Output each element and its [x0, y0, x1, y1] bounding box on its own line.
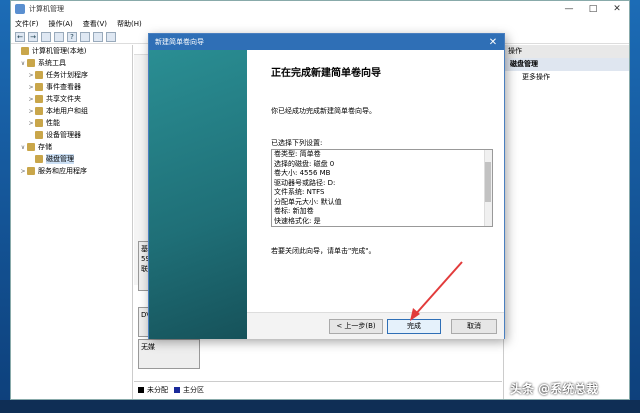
forward-icon[interactable]: → [28, 31, 38, 42]
setting-quick-format: 快速格式化: 是 [274, 216, 321, 225]
tree-expander[interactable]: > [19, 168, 27, 175]
tree-item-task-scheduler[interactable]: > 任务计划程序 [11, 69, 132, 81]
tree-item-label: 磁盘管理 [46, 154, 74, 164]
performance-icon [35, 119, 43, 127]
wizard-titlebar: 新建简单卷向导 ✕ [149, 34, 504, 50]
tree-item-storage[interactable]: ∨ 存储 [11, 141, 132, 153]
tree-item-system-tools[interactable]: ∨ 系统工具 [11, 57, 132, 69]
refresh-icon[interactable] [93, 31, 103, 42]
desktop-background-left [0, 0, 10, 413]
tree-item-services-apps[interactable]: > 服务和应用程序 [11, 165, 132, 177]
selected-settings-list[interactable]: 卷类型: 简单卷 选择的磁盘: 磁盘 0 卷大小: 4556 MB 驱动器号或路… [271, 149, 493, 227]
export-icon[interactable] [106, 31, 116, 42]
tree-expander[interactable]: > [27, 96, 35, 103]
storage-icon [27, 143, 35, 151]
tree-item-label: 计算机管理(本地) [32, 47, 87, 55]
tree-item-label: 系统工具 [38, 59, 66, 67]
folder-icon [35, 95, 43, 103]
actions-pane: 操作 磁盘管理 更多操作 [503, 45, 629, 399]
selected-settings-label: 已选择下列设置: [271, 139, 323, 147]
setting-drive-letter: 驱动器号或路径: D: [274, 178, 336, 187]
legend-unallocated: 未分配 [147, 385, 168, 394]
actions-header: 操作 [504, 45, 629, 58]
tree-item-label: 本地用户和组 [46, 107, 88, 115]
help-icon[interactable]: ? [67, 31, 77, 42]
clock-icon [35, 71, 43, 79]
device-manager-icon [35, 131, 43, 139]
cancel-button[interactable]: 取消 [451, 319, 497, 334]
unallocated-swatch [138, 386, 144, 393]
close-button[interactable]: ✕ [605, 4, 629, 14]
watermark: 头条 @系统总裁 [510, 382, 599, 396]
tree-item-shared-folders[interactable]: > 共享文件夹 [11, 93, 132, 105]
tree-item-performance[interactable]: > 性能 [11, 117, 132, 129]
tree-item-computer-management[interactable]: 计算机管理(本地) [11, 45, 132, 57]
back-icon[interactable]: ← [15, 31, 25, 42]
menu-bar: 文件(F) 操作(A) 查看(V) 帮助(H) [11, 17, 629, 30]
computer-icon [21, 47, 29, 55]
desktop-background-right [630, 0, 640, 413]
tools-icon [27, 59, 35, 67]
maximize-button[interactable]: □ [581, 4, 605, 14]
services-icon [27, 167, 35, 175]
settings-scrollbar-thumb[interactable] [485, 162, 491, 202]
tree-item-device-manager[interactable]: 设备管理器 [11, 129, 132, 141]
new-simple-volume-wizard: 新建简单卷向导 ✕ 正在完成新建简单卷向导 你已经成功完成新建简单卷向导。 已选… [148, 33, 505, 339]
setting-volume-size: 卷大小: 4556 MB [274, 169, 331, 177]
tree-item-label: 设备管理器 [46, 131, 81, 139]
console-tree: 计算机管理(本地) ∨ 系统工具 > 任务计划程序 > 事件查看器 > 共享文件… [11, 45, 133, 399]
tree-expander[interactable]: > [27, 72, 35, 79]
tree-expander[interactable]: > [27, 84, 35, 91]
wizard-heading: 正在完成新建简单卷向导 [271, 68, 381, 79]
setting-file-system: 文件系统: NTFS [274, 188, 325, 196]
tree-item-event-viewer[interactable]: > 事件查看器 [11, 81, 132, 93]
menu-help[interactable]: 帮助(H) [117, 19, 142, 29]
wizard-body: 正在完成新建简单卷向导 你已经成功完成新建简单卷向导。 已选择下列设置: 卷类型… [247, 50, 504, 339]
setting-selected-disk: 选择的磁盘: 磁盘 0 [274, 159, 335, 168]
no-media-row[interactable]: 无媒 [138, 339, 200, 369]
properties-icon[interactable] [80, 31, 90, 42]
tree-item-disk-management[interactable]: 磁盘管理 [11, 153, 132, 165]
menu-file[interactable]: 文件(F) [15, 19, 39, 29]
tree-item-label: 服务和应用程序 [38, 167, 87, 175]
actions-section-disk-management[interactable]: 磁盘管理 [504, 58, 629, 71]
taskbar [0, 400, 640, 413]
menu-action[interactable]: 操作(A) [49, 19, 73, 29]
disk-icon [35, 155, 43, 163]
tree-item-label: 共享文件夹 [46, 95, 81, 103]
disk-legend: 未分配 主分区 [134, 381, 502, 397]
tree-item-label: 任务计划程序 [46, 71, 88, 79]
menu-view[interactable]: 查看(V) [83, 19, 107, 29]
window-titlebar: 计算机管理 — □ ✕ [11, 1, 629, 17]
back-button[interactable]: < 上一步(B) [329, 319, 383, 334]
tree-item-local-users[interactable]: > 本地用户和组 [11, 105, 132, 117]
window-title: 计算机管理 [29, 5, 64, 13]
tree-expander[interactable]: > [27, 120, 35, 127]
setting-volume-type: 卷类型: 简单卷 [274, 150, 321, 158]
users-icon [35, 107, 43, 115]
tree-item-label: 存储 [38, 143, 52, 151]
up-icon[interactable] [41, 31, 51, 42]
wizard-footer: < 上一步(B) 完成 取消 [247, 312, 504, 339]
show-hide-tree-icon[interactable] [54, 31, 64, 42]
minimize-button[interactable]: — [557, 4, 581, 14]
wizard-close-hint: 若要关闭此向导，请单击"完成"。 [271, 247, 376, 255]
wizard-close-button[interactable]: ✕ [482, 37, 504, 48]
wizard-side-banner [149, 50, 247, 339]
legend-primary-partition: 主分区 [183, 385, 204, 394]
tree-item-label: 性能 [46, 119, 60, 127]
tree-item-label: 事件查看器 [46, 83, 81, 91]
event-viewer-icon [35, 83, 43, 91]
action-more-actions[interactable]: 更多操作 [504, 71, 629, 84]
finish-button[interactable]: 完成 [387, 319, 441, 334]
wizard-title: 新建简单卷向导 [155, 38, 204, 46]
wizard-intro-text: 你已经成功完成新建简单卷向导。 [271, 107, 376, 115]
tree-expander[interactable]: > [27, 108, 35, 115]
primary-partition-swatch [174, 386, 180, 393]
setting-allocation-unit: 分配单元大小: 默认值 [274, 197, 342, 206]
setting-volume-label: 卷标: 新加卷 [274, 207, 314, 215]
tree-expander[interactable]: ∨ [19, 144, 27, 151]
computer-management-icon [15, 4, 25, 14]
tree-expander[interactable]: ∨ [19, 60, 27, 67]
